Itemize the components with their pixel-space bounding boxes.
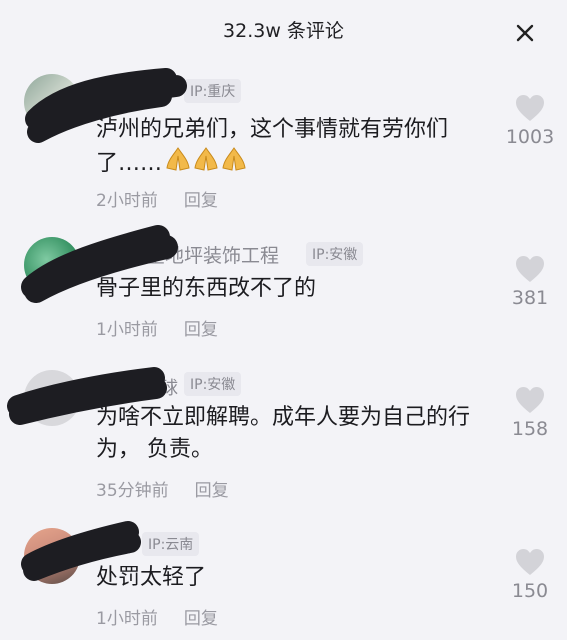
like-button[interactable]: 150 bbox=[500, 548, 560, 602]
heart-icon bbox=[516, 256, 544, 282]
heart-icon bbox=[516, 549, 544, 575]
praying-hands-emoji bbox=[164, 146, 248, 182]
close-icon[interactable] bbox=[510, 18, 540, 48]
avatar[interactable] bbox=[24, 74, 80, 130]
like-button[interactable]: 381 bbox=[500, 255, 560, 309]
like-count: 381 bbox=[511, 287, 549, 309]
avatar[interactable] bbox=[24, 370, 80, 426]
comment-text: 处罚太轻了 bbox=[96, 565, 207, 590]
comment-text: 泸州的兄弟们，这个事情就有劳你们了…… bbox=[96, 114, 496, 182]
comment-time: 2小时前 bbox=[96, 191, 158, 211]
comment-username[interactable]: 心 bbox=[118, 532, 135, 557]
like-button[interactable]: 1003 bbox=[500, 94, 560, 148]
like-count: 1003 bbox=[505, 126, 555, 148]
comments-header: 32.3w 条评论 bbox=[0, 0, 567, 60]
comment-text: 为啥不立即解聘。成年人要为自己的行为， 负责。 bbox=[96, 405, 471, 462]
ip-location-badge: IP:安徽 bbox=[306, 242, 364, 266]
comment-item: 球 IP:安徽 为啥不立即解聘。成年人要为自己的行为， 负责。 35分钟前 回复 … bbox=[0, 360, 567, 510]
comment-username[interactable]: 星地坪装饰工程 bbox=[146, 241, 279, 268]
comment-item: 心 IP:云南 处罚太轻了 1小时前 回复 150 bbox=[0, 520, 567, 640]
comment-text: 骨子里的东西改不了的 bbox=[96, 276, 317, 301]
comment-meta: 2小时前 回复 bbox=[96, 186, 218, 211]
comment-item: 星地坪装饰工程 IP:安徽 骨子里的东西改不了的 1小时前 回复 381 bbox=[0, 225, 567, 355]
comment-meta: 1小时前 回复 bbox=[96, 315, 218, 340]
ip-location-badge: IP:重庆 bbox=[184, 79, 242, 103]
comment-meta: 35分钟前 回复 bbox=[96, 476, 229, 501]
reply-button[interactable]: 回复 bbox=[195, 481, 229, 501]
ip-location-badge: IP:云南 bbox=[142, 532, 200, 556]
like-count: 150 bbox=[511, 580, 549, 602]
comment-time: 1小时前 bbox=[96, 609, 158, 629]
heart-icon bbox=[516, 95, 544, 121]
comment-time: 35分钟前 bbox=[96, 481, 169, 501]
avatar[interactable] bbox=[24, 237, 80, 293]
ip-location-badge: IP:安徽 bbox=[184, 372, 242, 396]
comment-time: 1小时前 bbox=[96, 320, 158, 340]
heart-icon bbox=[516, 387, 544, 413]
like-count: 158 bbox=[511, 418, 549, 440]
reply-button[interactable]: 回复 bbox=[184, 320, 218, 340]
comment-meta: 1小时前 回复 bbox=[96, 604, 218, 629]
avatar[interactable] bbox=[24, 528, 80, 584]
reply-button[interactable]: 回复 bbox=[184, 609, 218, 629]
reply-button[interactable]: 回复 bbox=[184, 191, 218, 211]
like-button[interactable]: 158 bbox=[500, 386, 560, 440]
comment-count-title: 32.3w 条评论 bbox=[223, 20, 344, 42]
comment-username[interactable]: 球 bbox=[160, 374, 178, 400]
comment-item: IP:重庆 泸州的兄弟们，这个事情就有劳你们了…… 2小时前 回复 1003 bbox=[0, 60, 567, 220]
